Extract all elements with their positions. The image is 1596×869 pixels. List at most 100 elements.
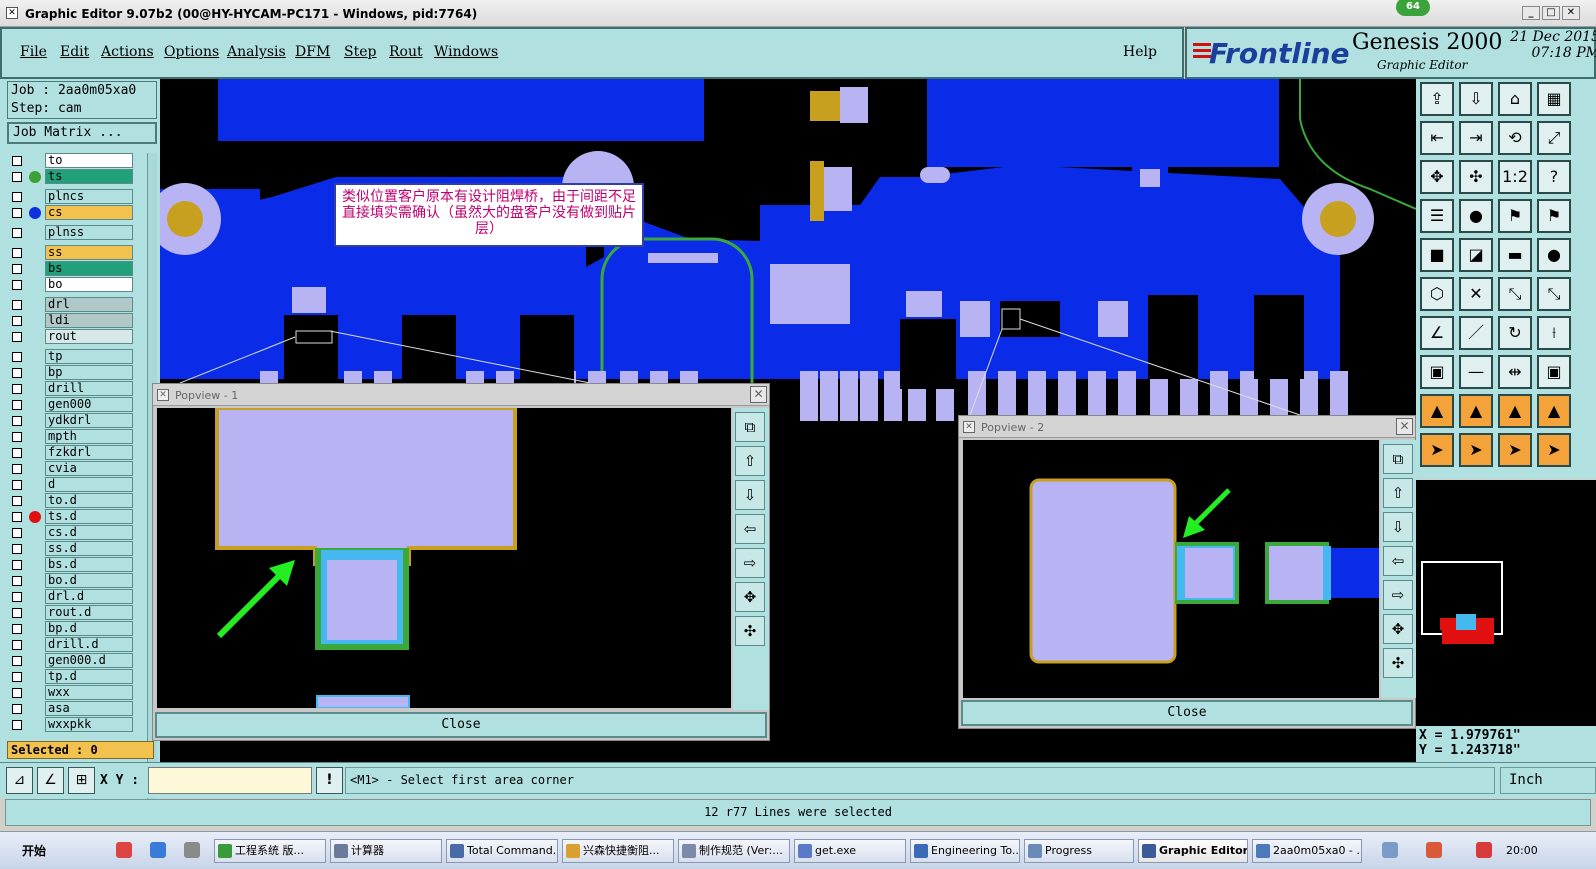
layer-name[interactable]: bo bbox=[45, 277, 133, 292]
layer-row[interactable]: plncs bbox=[7, 189, 147, 205]
popview-2-close-icon[interactable]: ✕ bbox=[1396, 418, 1413, 435]
popview-up-icon[interactable]: ⇧ bbox=[735, 446, 765, 476]
grid-icon[interactable]: ⊞ bbox=[68, 767, 95, 794]
layer-checkbox[interactable] bbox=[12, 368, 22, 378]
layer-row[interactable]: tp.d bbox=[7, 669, 147, 685]
popview-right-icon[interactable]: ⇨ bbox=[1383, 580, 1413, 610]
layer-row[interactable]: cs.d bbox=[7, 525, 147, 541]
layer-checkbox[interactable] bbox=[12, 432, 22, 442]
view-icon[interactable]: ✥ bbox=[1420, 160, 1454, 194]
layer-checkbox[interactable] bbox=[12, 656, 22, 666]
layer-checkbox[interactable] bbox=[12, 464, 22, 474]
snap-icon[interactable]: ⤡ bbox=[1537, 277, 1571, 311]
feature-icon[interactable]: ▲ bbox=[1498, 394, 1532, 428]
layer-name[interactable]: ss bbox=[45, 245, 133, 260]
layer-row[interactable]: bo bbox=[7, 277, 147, 293]
layer-row[interactable]: ss bbox=[7, 245, 147, 261]
feature-icon[interactable]: ▲ bbox=[1420, 394, 1454, 428]
layer-name[interactable]: ts.d bbox=[45, 509, 133, 524]
layer-checkbox[interactable] bbox=[12, 560, 22, 570]
layer-name[interactable]: d bbox=[45, 477, 133, 492]
layer-name[interactable]: bp bbox=[45, 365, 133, 380]
layer-row[interactable]: bs bbox=[7, 261, 147, 277]
taskbar-item[interactable]: 制作规范 (Ver:... bbox=[678, 839, 790, 863]
snap-icon[interactable]: ✕ bbox=[1459, 277, 1493, 311]
layer-row[interactable]: fzkdrl bbox=[7, 445, 147, 461]
layer-name[interactable]: ss.d bbox=[45, 541, 133, 556]
layer-row[interactable]: ydkdrl bbox=[7, 413, 147, 429]
popview-down-icon[interactable]: ⇩ bbox=[1383, 512, 1413, 542]
popview-up-icon[interactable]: ⇧ bbox=[1383, 478, 1413, 508]
layer-row[interactable]: rout bbox=[7, 329, 147, 345]
line-icon[interactable]: ⟊ bbox=[1537, 316, 1571, 350]
layer-name[interactable]: gen000.d bbox=[45, 653, 133, 668]
snap-icon[interactable]: ⬡ bbox=[1420, 277, 1454, 311]
menu-analysis[interactable]: Analysis bbox=[227, 44, 286, 60]
popview-2-close-button[interactable]: Close bbox=[961, 700, 1413, 726]
layer-checkbox[interactable] bbox=[12, 400, 22, 410]
layer-name[interactable]: rout bbox=[45, 329, 133, 344]
chrome-icon[interactable] bbox=[116, 842, 132, 858]
angle-icon[interactable]: ∠ bbox=[37, 767, 64, 794]
layer-name[interactable]: drill.d bbox=[45, 637, 133, 652]
select-icon[interactable]: — bbox=[1459, 355, 1493, 389]
display-icon[interactable]: ⇪ bbox=[1420, 82, 1454, 116]
layer-icon[interactable]: ⚑ bbox=[1537, 199, 1571, 233]
layer-row[interactable]: drl.d bbox=[7, 589, 147, 605]
layer-checkbox[interactable] bbox=[12, 448, 22, 458]
layer-row[interactable]: drill.d bbox=[7, 637, 147, 653]
layer-row[interactable]: wxxpkk bbox=[7, 717, 147, 733]
layer-name[interactable]: ts bbox=[45, 169, 133, 184]
layer-name[interactable]: mpth bbox=[45, 429, 133, 444]
layer-row[interactable]: bp bbox=[7, 365, 147, 381]
layer-checkbox[interactable] bbox=[12, 300, 22, 310]
taskbar-item[interactable]: get.exe bbox=[794, 839, 906, 863]
maximize-button[interactable]: □ bbox=[1542, 6, 1560, 20]
display-icon[interactable]: ⌂ bbox=[1498, 82, 1532, 116]
display-icon[interactable]: ▦ bbox=[1537, 82, 1571, 116]
layer-checkbox[interactable] bbox=[12, 528, 22, 538]
feature-icon[interactable]: ▲ bbox=[1537, 394, 1571, 428]
view-icon[interactable]: ? bbox=[1537, 160, 1571, 194]
layer-name[interactable]: plncs bbox=[45, 189, 133, 204]
layer-name[interactable]: tp bbox=[45, 349, 133, 364]
popview-2-view[interactable] bbox=[963, 440, 1379, 698]
popview-right-icon[interactable]: ⇨ bbox=[735, 548, 765, 578]
layer-row[interactable]: to.d bbox=[7, 493, 147, 509]
popview-1-view[interactable] bbox=[157, 408, 731, 708]
menu-help[interactable]: Help bbox=[1123, 44, 1157, 60]
menu-windows[interactable]: Windows bbox=[434, 44, 498, 60]
layer-row[interactable]: gen000 bbox=[7, 397, 147, 413]
menu-edit[interactable]: Edit bbox=[60, 44, 89, 60]
shape-icon[interactable]: ◪ bbox=[1459, 238, 1493, 272]
layer-icon[interactable]: ● bbox=[1459, 199, 1493, 233]
popview-zoom-out-icon[interactable]: ✣ bbox=[1383, 648, 1413, 678]
view-icon[interactable]: 1:2 bbox=[1498, 160, 1532, 194]
popview-zoom-in-icon[interactable]: ✥ bbox=[1383, 614, 1413, 644]
layer-checkbox[interactable] bbox=[12, 208, 22, 218]
layer-row[interactable]: bp.d bbox=[7, 621, 147, 637]
feature-icon[interactable]: ▲ bbox=[1459, 394, 1493, 428]
popview-zoom-out-icon[interactable]: ✣ bbox=[735, 616, 765, 646]
zoom-icon[interactable]: ⇥ bbox=[1459, 121, 1493, 155]
layer-name[interactable]: rout.d bbox=[45, 605, 133, 620]
layer-icon[interactable]: ☰ bbox=[1420, 199, 1454, 233]
close-window-button[interactable]: ✕ bbox=[1562, 6, 1580, 20]
layer-name[interactable]: drl.d bbox=[45, 589, 133, 604]
layer-name[interactable]: asa bbox=[45, 701, 133, 716]
minimize-button[interactable]: _ bbox=[1522, 6, 1540, 20]
layer-checkbox[interactable] bbox=[12, 228, 22, 238]
layer-name[interactable]: wxxpkk bbox=[45, 717, 133, 732]
layer-name[interactable]: bp.d bbox=[45, 621, 133, 636]
layer-name[interactable]: bs bbox=[45, 261, 133, 276]
line-icon[interactable]: ／ bbox=[1459, 316, 1493, 350]
menu-actions[interactable]: Actions bbox=[101, 44, 154, 60]
layer-checkbox[interactable] bbox=[12, 416, 22, 426]
pointer-icon[interactable]: ➤ bbox=[1459, 433, 1493, 467]
layer-row[interactable]: cvia bbox=[7, 461, 147, 477]
layer-icon[interactable]: ⚑ bbox=[1498, 199, 1532, 233]
layer-row[interactable]: ss.d bbox=[7, 541, 147, 557]
layer-checkbox[interactable] bbox=[12, 512, 22, 522]
menu-file[interactable]: File bbox=[20, 44, 47, 60]
layer-checkbox[interactable] bbox=[12, 672, 22, 682]
